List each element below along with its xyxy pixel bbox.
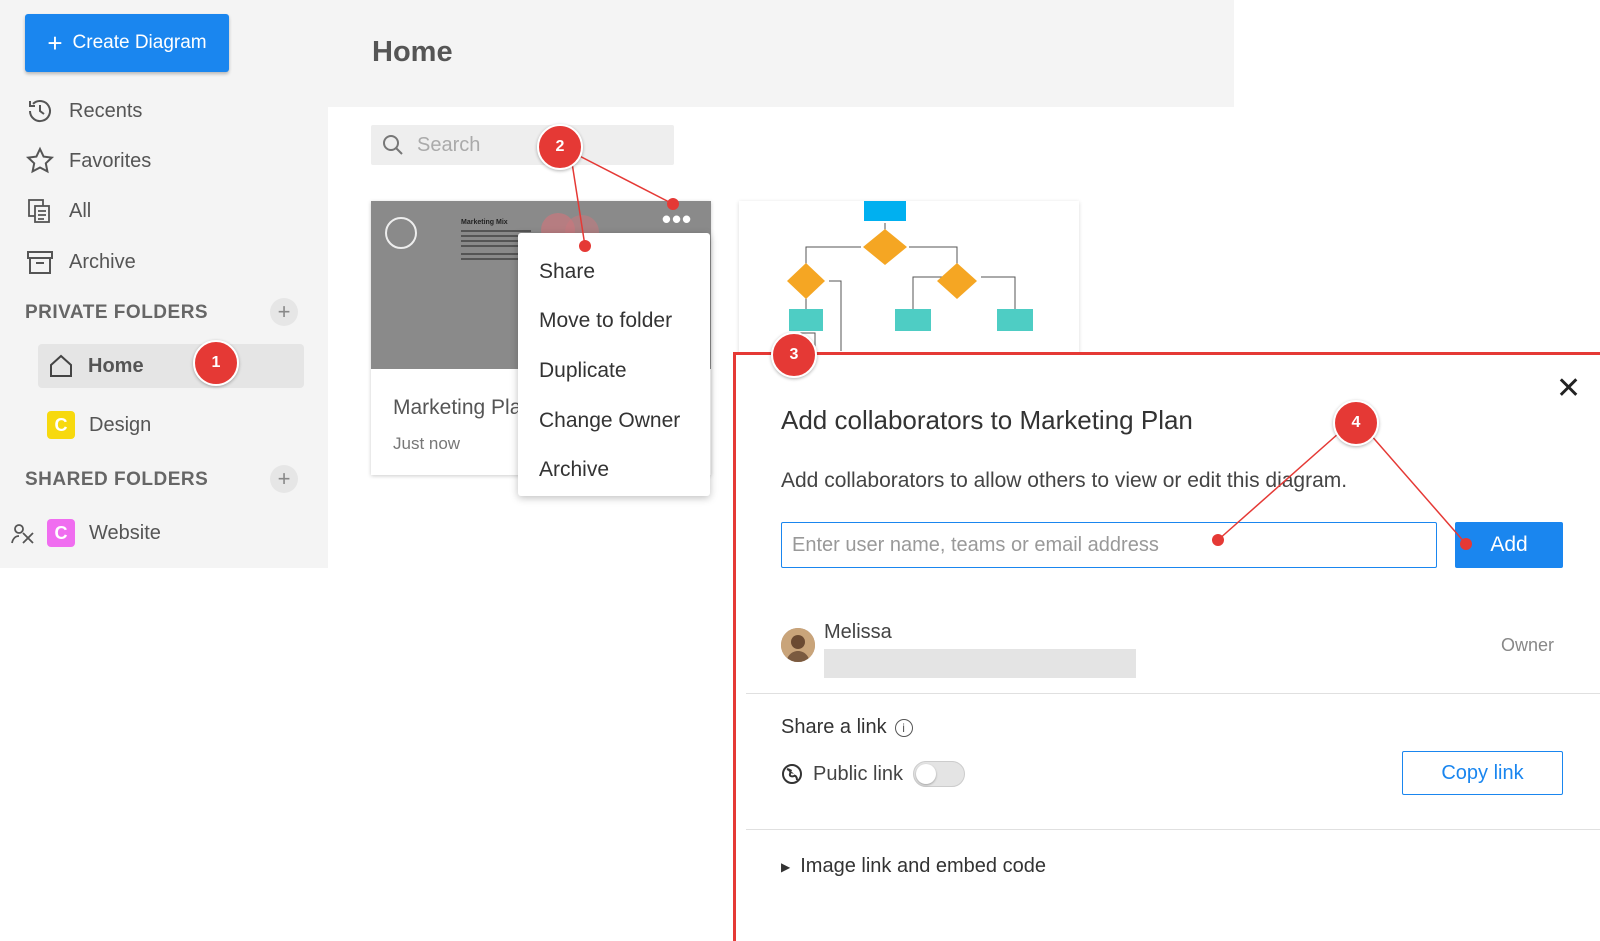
add-shared-folder-button[interactable]: + xyxy=(270,465,298,493)
shared-folders-title: SHARED FOLDERS xyxy=(25,469,209,490)
nav-archive[interactable]: Archive xyxy=(25,245,136,279)
folder-badge: C xyxy=(47,411,75,439)
dialog-description: Add collaborators to allow others to vie… xyxy=(781,469,1348,492)
select-checkbox[interactable] xyxy=(385,217,417,249)
folder-home-label: Home xyxy=(88,354,144,377)
plus-icon: + xyxy=(47,28,63,58)
folder-website-label: Website xyxy=(89,521,161,544)
dialog-title: Add collaborators to Marketing Plan xyxy=(781,405,1193,435)
globe-icon xyxy=(782,764,802,784)
share-link-title: Share a link i xyxy=(781,716,913,739)
nav-favorites-label: Favorites xyxy=(69,149,152,172)
archive-icon xyxy=(27,251,53,274)
collaborator-name: Melissa xyxy=(824,621,892,643)
add-button[interactable]: Add xyxy=(1455,522,1563,568)
public-link-toggle[interactable] xyxy=(913,761,966,787)
public-link-label: Public link xyxy=(813,762,904,785)
divider xyxy=(746,693,1600,694)
shared-users-icon xyxy=(11,524,34,544)
nav-recents[interactable]: Recents xyxy=(25,94,142,128)
nav-recents-label: Recents xyxy=(69,99,143,122)
create-diagram-button[interactable]: + Create Diagram xyxy=(25,14,229,72)
avatar xyxy=(781,628,815,662)
more-options-icon[interactable]: ••• xyxy=(657,206,697,235)
star-icon xyxy=(25,146,55,174)
callout-marker-4: 4 xyxy=(1333,400,1379,446)
page-title: Home xyxy=(372,36,453,68)
home-icon xyxy=(50,354,72,377)
divider xyxy=(746,829,1600,830)
menu-item-share[interactable]: Share xyxy=(518,247,710,297)
callout-marker-1: 1 xyxy=(193,340,239,386)
nav-all[interactable]: All xyxy=(25,194,91,228)
folder-badge: C xyxy=(47,519,75,547)
close-icon[interactable]: ✕ xyxy=(1556,374,1581,404)
share-dialog: ✕ Add collaborators to Marketing Plan Ad… xyxy=(733,352,1600,941)
create-diagram-label: Create Diagram xyxy=(72,32,207,53)
folder-design-label: Design xyxy=(89,413,152,436)
nav-favorites[interactable]: Favorites xyxy=(25,144,151,178)
menu-item-change-owner[interactable]: Change Owner xyxy=(518,396,710,446)
share-link-label: Share a link xyxy=(781,716,887,738)
page-header: Home xyxy=(328,0,1234,107)
menu-item-move-to-folder[interactable]: Move to folder xyxy=(518,297,710,347)
embed-code-expander[interactable]: ▶ Image link and embed code xyxy=(781,855,1046,878)
search-icon xyxy=(383,135,403,155)
callout-marker-3: 3 xyxy=(771,332,817,378)
public-link-row: Public link xyxy=(781,761,966,787)
embed-code-label: Image link and embed code xyxy=(800,855,1046,877)
search-box[interactable] xyxy=(371,125,674,165)
menu-item-duplicate[interactable]: Duplicate xyxy=(518,346,710,396)
search-input[interactable] xyxy=(417,133,637,157)
sidebar: + Create Diagram Recents Favorites All A… xyxy=(0,0,328,568)
collaborator-email-placeholder xyxy=(824,649,1136,678)
copy-link-button[interactable]: Copy link xyxy=(1402,751,1563,795)
card-timestamp: Just now xyxy=(393,434,461,453)
collaborator-input[interactable] xyxy=(781,522,1437,568)
nav-archive-label: Archive xyxy=(69,250,136,273)
history-icon xyxy=(28,100,51,123)
documents-icon xyxy=(28,199,50,223)
card-title: Marketing Plan xyxy=(393,396,523,419)
folder-design[interactable]: C Design xyxy=(47,403,151,447)
add-private-folder-button[interactable]: + xyxy=(270,298,298,326)
nav-all-label: All xyxy=(69,199,92,222)
caret-right-icon: ▶ xyxy=(781,859,791,874)
collaborator-role: Owner xyxy=(1501,635,1555,655)
folder-website[interactable]: C Website xyxy=(47,511,161,555)
private-folders-title: PRIVATE FOLDERS xyxy=(25,302,209,323)
folder-home[interactable]: Home xyxy=(38,344,304,388)
menu-item-archive[interactable]: Archive xyxy=(518,445,710,495)
info-icon[interactable]: i xyxy=(894,718,913,737)
context-menu: Share Move to folder Duplicate Change Ow… xyxy=(518,233,710,496)
callout-marker-2: 2 xyxy=(537,124,583,170)
